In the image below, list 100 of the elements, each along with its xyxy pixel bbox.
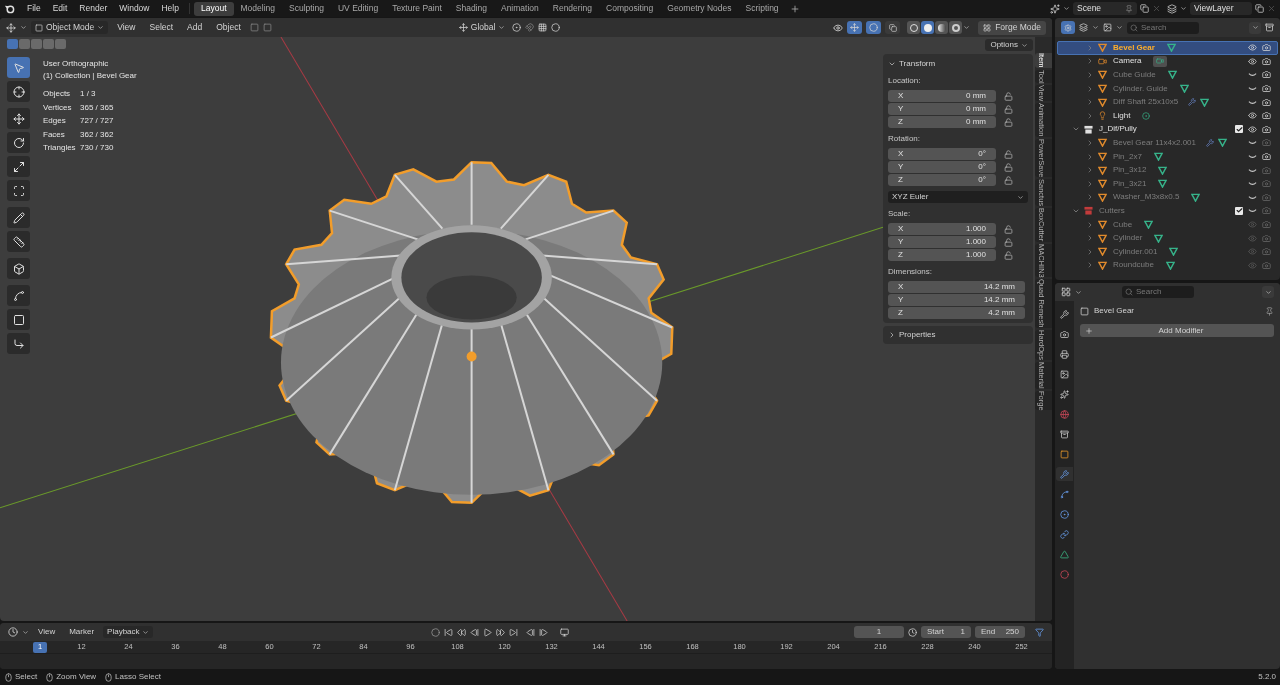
menu-item[interactable]: Edit [46,2,74,15]
unlock-icon[interactable] [1004,117,1013,127]
options-dropdown[interactable] [1262,286,1274,298]
caret-icon[interactable] [963,24,971,31]
view-layer-field[interactable]: ViewLayer [1190,2,1252,15]
menu-item[interactable]: Help [155,2,185,15]
play-icon[interactable] [482,627,492,637]
number-field[interactable]: Y 0° [888,161,996,173]
caret-icon[interactable] [1116,24,1123,31]
xray-toggle[interactable] [885,21,901,34]
workspace-tab[interactable]: Shading [448,1,494,16]
camera-icon[interactable] [1262,56,1271,66]
end-frame-field[interactable]: End 250 [975,626,1025,638]
current-frame-field[interactable]: 1 [854,626,904,638]
unlock-icon[interactable] [1004,91,1013,101]
square-icon[interactable] [262,23,272,32]
caret-icon[interactable] [1092,24,1099,31]
camera-icon[interactable] [1262,84,1271,94]
workspace-tab[interactable]: Compositing [599,1,661,16]
keyframe-back-icon[interactable] [525,627,535,637]
menu-item[interactable]: Select [144,21,179,34]
tool-button[interactable] [7,258,30,279]
orientation-dropdown[interactable]: Global [455,21,509,34]
tool-button[interactable] [7,81,30,102]
editor-type-button[interactable] [1061,21,1075,34]
options-dropdown[interactable]: Options [985,39,1033,51]
search-field[interactable]: Search [1127,21,1199,34]
pin-icon[interactable] [1125,4,1133,13]
caret-icon[interactable] [1063,5,1070,12]
menu-item[interactable]: Render [73,2,114,15]
editor-type-icon[interactable] [1061,287,1071,297]
caret-icon[interactable] [20,24,27,31]
outliner-row[interactable]: Bevel Gear 11x4x2.001 [1057,136,1278,150]
layers-icon[interactable] [1167,3,1177,14]
tool-button[interactable] [7,285,30,306]
workspace-tab[interactable]: Layout [193,1,234,16]
tool-button[interactable] [7,231,30,252]
outliner-row[interactable]: Light [1057,108,1278,123]
caret-icon[interactable] [22,628,29,636]
chevron-icon[interactable] [888,331,896,339]
overlay-toggle[interactable] [866,21,882,34]
workspace-tab[interactable]: Animation [493,1,546,16]
workspace-tab[interactable]: Geometry Nodes [660,1,739,16]
record-icon[interactable] [430,627,440,637]
view-icon[interactable] [1103,23,1112,32]
caret-icon[interactable] [1075,288,1082,296]
number-field[interactable]: X 0° [888,148,996,160]
clock-icon[interactable] [908,627,917,637]
start-frame-field[interactable]: Start 1 [921,626,971,638]
workspace-tab[interactable]: Sculpting [282,1,331,16]
number-field[interactable]: Z 0 mm [888,116,996,128]
tool-button[interactable] [7,180,30,201]
number-field[interactable]: X 1.000 [888,223,996,235]
search-field[interactable]: Search [1122,286,1194,298]
menu-item[interactable]: Add [182,21,208,34]
outliner-row[interactable]: J_Dif/Pully [1057,122,1278,137]
eye-icon[interactable] [1248,43,1257,53]
camera-icon[interactable] [1262,124,1271,134]
tool-button[interactable] [7,207,30,228]
outliner-row[interactable]: Camera [1057,54,1278,69]
editor-type-icon[interactable] [8,627,18,637]
unlock-icon[interactable] [1004,237,1013,247]
number-field[interactable]: Z 0° [888,174,996,186]
sync-icon[interactable] [559,627,569,637]
playback-dropdown[interactable]: Playback [103,626,153,638]
workspace-tab[interactable]: Modeling [233,1,282,16]
filter-dropdown[interactable] [1249,21,1261,34]
unlock-icon[interactable] [1004,162,1013,172]
pin-icon[interactable] [1265,306,1274,316]
tool-button[interactable] [7,309,30,330]
filter-icon[interactable] [1035,627,1044,637]
jump-start-icon[interactable] [443,627,453,637]
unlock-icon[interactable] [1004,175,1013,185]
menu-item[interactable]: View [112,21,141,34]
camera-icon[interactable] [1262,152,1271,162]
scene-field[interactable]: Scene [1073,2,1137,15]
number-field[interactable]: X 14.2 mm [888,281,1025,293]
unlock-icon[interactable] [1004,250,1013,260]
logo-icon[interactable] [4,3,15,14]
rewind-icon[interactable] [456,627,466,637]
eye-icon[interactable] [1248,111,1257,121]
shading-button[interactable] [921,21,935,34]
copy-icon[interactable] [1140,4,1149,13]
eye-icon[interactable] [1248,124,1257,134]
editor-type-icon[interactable] [6,22,16,33]
grid-icon[interactable] [538,23,548,32]
number-field[interactable]: X 0 mm [888,90,996,102]
number-field[interactable]: Z 1.000 [888,249,996,261]
shading-button[interactable] [949,21,963,34]
square-icon[interactable] [249,23,259,32]
display-mode-icon[interactable] [1079,23,1088,32]
menu-item[interactable]: Marker [64,626,100,638]
rotation-mode-dropdown[interactable]: XYZ Euler [888,191,1028,203]
gizmo-toggle[interactable] [847,21,863,34]
add-icon[interactable] [789,3,800,14]
menu-item[interactable]: View [33,626,61,638]
outliner-row[interactable]: Cylinder. Guide [1057,81,1278,96]
tool-button[interactable] [7,156,30,177]
visibility-icon[interactable] [833,22,844,33]
outliner-row[interactable]: Bevel Gear [1057,41,1278,55]
